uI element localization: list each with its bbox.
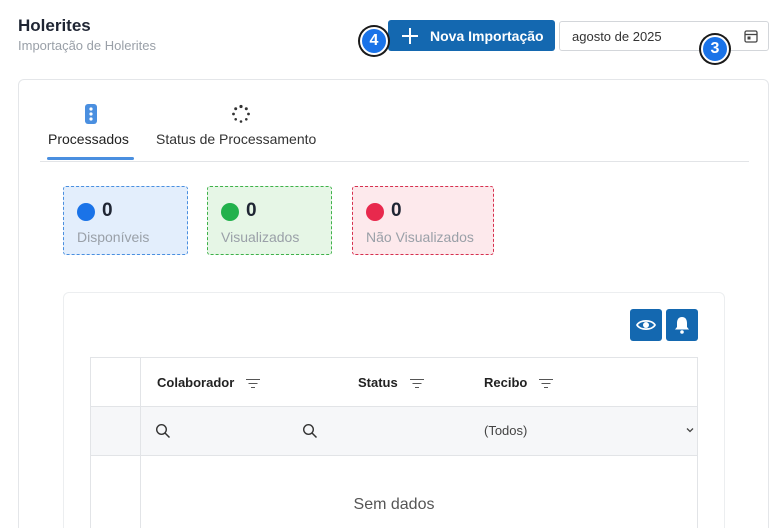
grid-filter-row: (Todos) [91, 407, 697, 456]
column-header-label: Colaborador [157, 375, 235, 390]
spinner-icon [232, 104, 250, 123]
page-subtitle: Importação de Holerites [18, 38, 157, 53]
page: Holerites Importação de Holerites Nova I… [0, 0, 774, 528]
column-header-status[interactable]: Status [358, 375, 424, 390]
data-grid: Colaborador Status Recibo (Todos) Sem da… [90, 357, 698, 528]
recibo-filter-value: (Todos) [484, 423, 528, 438]
annotation-badge-date: 3 [701, 35, 729, 63]
stat-nao-visualizados[interactable]: 0 Não Visualizados [352, 186, 494, 255]
new-import-button[interactable]: Nova Importação [388, 20, 555, 51]
tab-processados[interactable]: Processados [47, 100, 135, 162]
month-picker-value: agosto de 2025 [572, 28, 662, 44]
filter-icon[interactable] [409, 378, 424, 388]
search-icon[interactable] [155, 423, 171, 439]
stat-nao-visualizados-count: 0 [391, 200, 402, 221]
recibo-filter-select[interactable]: (Todos) [484, 423, 698, 438]
tab-status-processamento[interactable]: Status de Processamento [155, 100, 327, 162]
stat-visualizados-count: 0 [246, 200, 257, 221]
status-dot-icon [77, 203, 95, 221]
mark-viewed-button[interactable] [630, 309, 662, 341]
column-header-label: Recibo [484, 375, 528, 390]
month-picker-field[interactable]: agosto de 2025 [559, 21, 769, 51]
plus-icon [402, 27, 418, 44]
filter-icon[interactable] [246, 378, 261, 388]
empty-state-text: Sem dados [353, 496, 435, 513]
tab-processados-label: Processados [48, 131, 129, 147]
column-header-recibo[interactable]: Recibo [484, 375, 554, 390]
stat-disponiveis[interactable]: 0 Disponíveis [63, 186, 188, 255]
new-import-label: Nova Importação [430, 27, 544, 44]
filter-icon[interactable] [539, 378, 554, 388]
stat-visualizados-label: Visualizados [221, 229, 300, 245]
stat-visualizados[interactable]: 0 Visualizados [207, 186, 332, 255]
active-tab-indicator [47, 157, 134, 160]
calendar-icon[interactable] [744, 29, 758, 43]
page-title: Holerites [18, 16, 91, 35]
tab-bar: Processados Status de Processamento [40, 100, 749, 162]
annotation-badge-import: 4 [360, 27, 388, 55]
tab-status-label: Status de Processamento [156, 131, 317, 147]
bell-icon [675, 317, 689, 334]
stat-disponiveis-count: 0 [102, 200, 113, 221]
list-dots-icon [85, 104, 97, 124]
column-header-colaborador[interactable]: Colaborador [157, 375, 261, 390]
status-dot-icon [221, 203, 239, 221]
chevron-down-icon [686, 428, 694, 433]
search-icon[interactable] [302, 423, 318, 439]
grid-header-row: Colaborador Status Recibo [91, 358, 697, 407]
stat-disponiveis-label: Disponíveis [77, 229, 150, 245]
status-dot-icon [366, 203, 384, 221]
notify-button[interactable] [666, 309, 698, 341]
column-header-label: Status [358, 375, 398, 390]
eye-icon [636, 319, 656, 331]
stat-nao-visualizados-label: Não Visualizados [366, 229, 474, 245]
